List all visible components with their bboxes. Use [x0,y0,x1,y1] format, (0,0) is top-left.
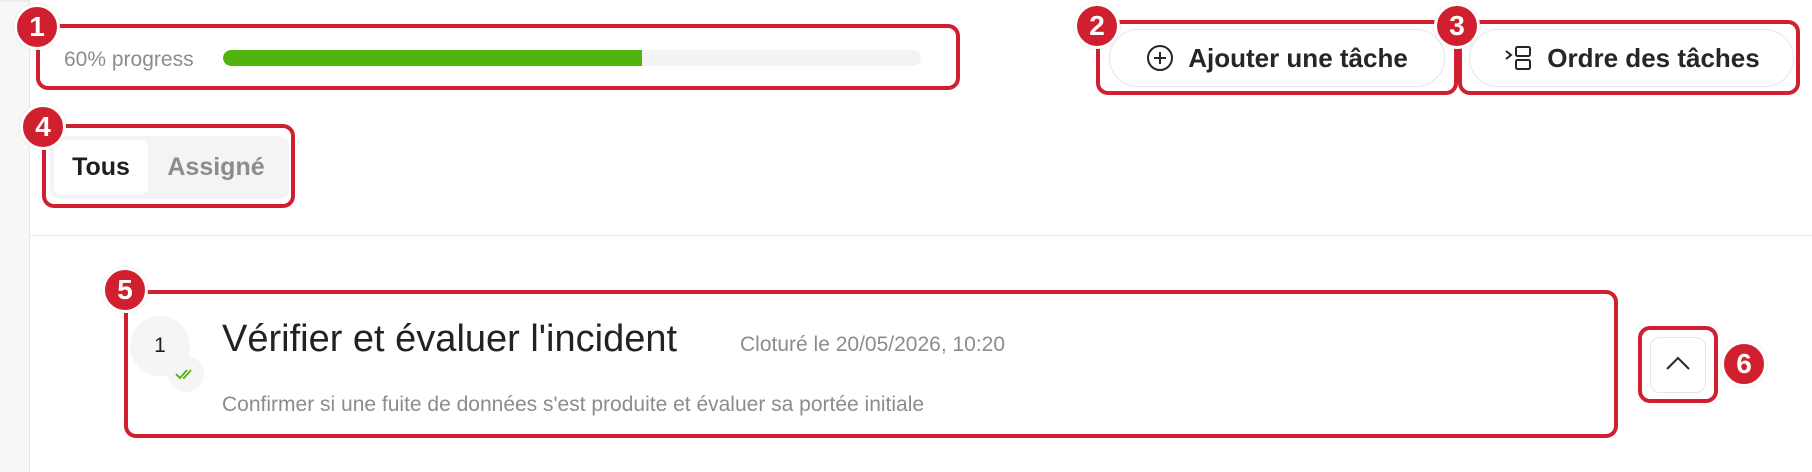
progress-bar-fill [223,50,642,66]
task-filter-tabs: Tous Assigné [50,136,289,199]
tab-all[interactable]: Tous [54,140,148,195]
tab-assigned[interactable]: Assigné [148,140,284,195]
annotation-badge-5: 5 [102,267,148,313]
collapse-button[interactable] [1650,337,1706,393]
annotation-badge-6: 6 [1721,341,1767,387]
annotation-badge-1: 1 [14,4,60,50]
task-description: Confirmer si une fuite de données s'est … [222,393,925,416]
task-order-label: Ordre des tâches [1547,42,1760,73]
progress-label: 60% progress [64,48,194,71]
task-order-button[interactable]: Ordre des tâches [1469,29,1794,87]
reorder-icon [1503,44,1533,72]
annotation-badge-4: 4 [20,104,66,150]
double-check-icon [168,356,204,392]
annotation-badge-3: 3 [1434,3,1480,49]
section-divider [29,235,1812,236]
task-closed-date: Cloturé le 20/05/2026, 10:20 [740,333,1006,356]
add-task-label: Ajouter une tâche [1188,42,1408,73]
task-title: Vérifier et évaluer l'incident [222,318,678,360]
chevron-up-icon [1665,355,1691,376]
page: 60% progress Ajouter une tâche Ordre des… [0,0,1812,472]
plus-circle-icon [1146,44,1174,72]
progress-section: 60% progress [38,26,958,88]
progress-bar [223,50,921,66]
task-item[interactable]: 1 Vérifier et évaluer l'incident Cloturé… [128,294,1610,434]
annotation-badge-2: 2 [1074,3,1120,49]
add-task-button[interactable]: Ajouter une tâche [1109,29,1445,87]
